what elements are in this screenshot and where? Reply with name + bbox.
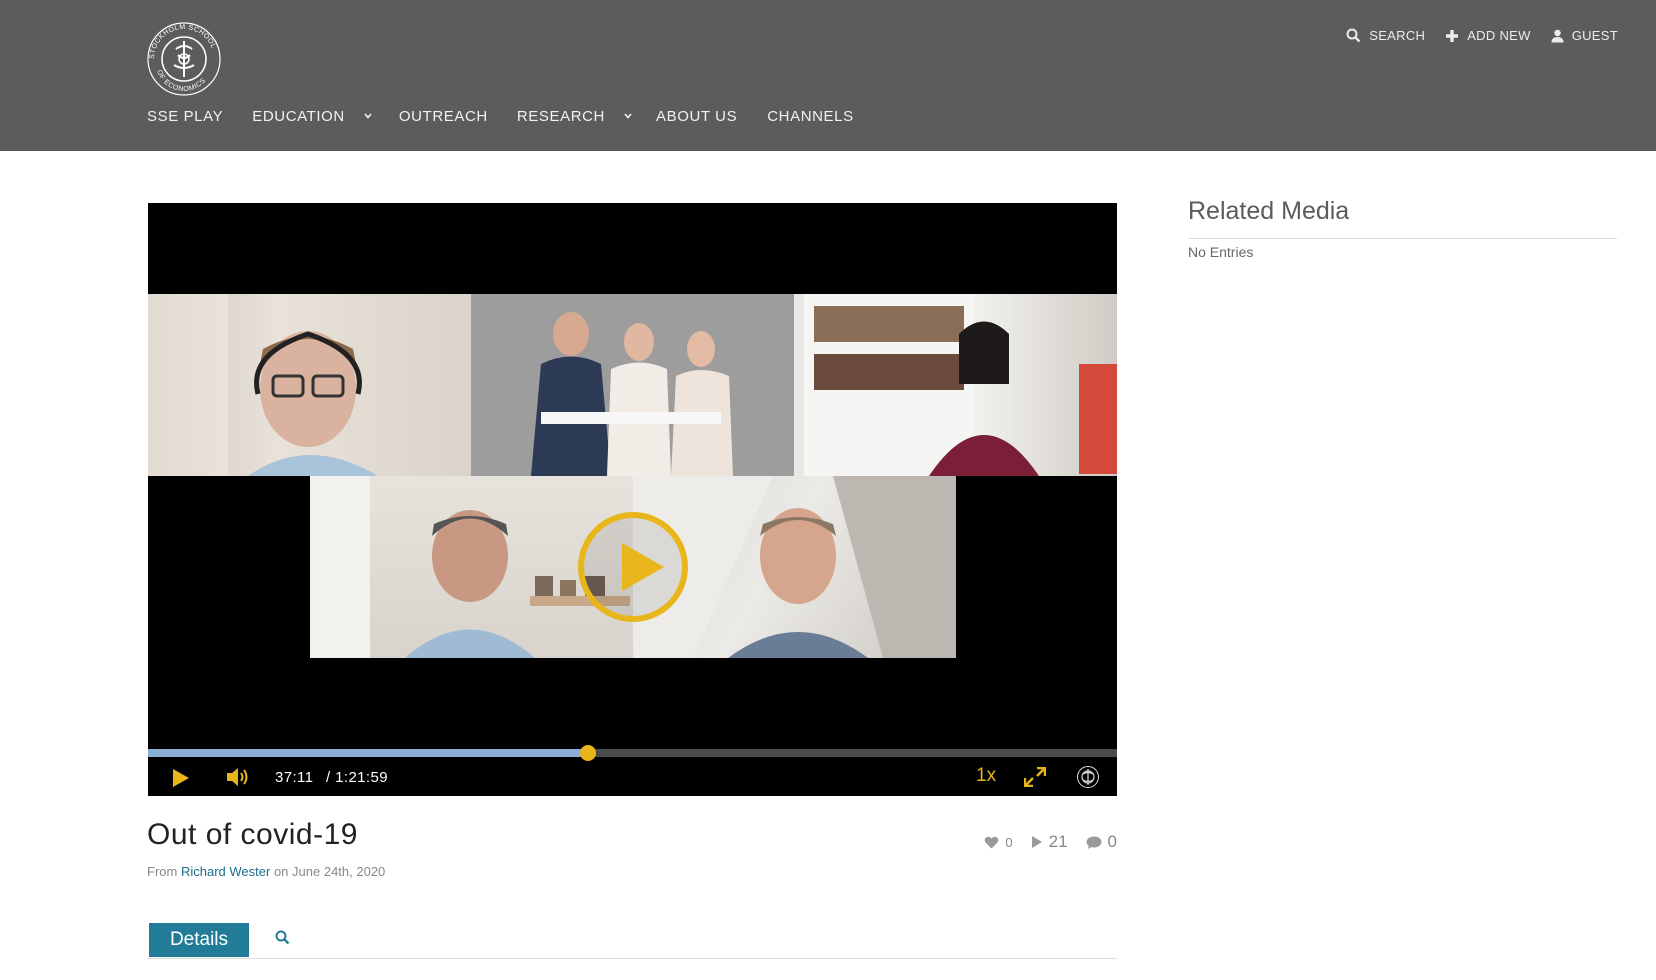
search-icon[interactable] bbox=[275, 930, 290, 945]
nav-item-education[interactable]: EDUCATION bbox=[252, 108, 373, 125]
nav-item-sse-play[interactable]: SSE PLAY bbox=[147, 108, 223, 125]
sse-watermark-icon[interactable] bbox=[1076, 765, 1100, 789]
nav-label: RESEARCH bbox=[516, 107, 605, 125]
author-link[interactable]: Richard Wester bbox=[181, 864, 270, 879]
user-toolbar: SEARCH ADD NEW GUEST bbox=[1326, 28, 1618, 43]
search-label: SEARCH bbox=[1369, 28, 1426, 43]
playback-speed-button[interactable]: 1x bbox=[976, 765, 996, 787]
plays-count: 21 bbox=[1048, 832, 1068, 851]
related-media-heading: Related Media bbox=[1188, 197, 1350, 225]
participant-image bbox=[804, 294, 1117, 476]
chevron-down-icon[interactable] bbox=[623, 111, 633, 121]
play-count-icon bbox=[1031, 836, 1042, 848]
like-button[interactable]: 0 bbox=[984, 834, 1013, 850]
plays-stat: 21 bbox=[1031, 832, 1068, 852]
media-byline: From Richard Wester on June 24th, 2020 bbox=[147, 864, 385, 879]
big-play-button[interactable] bbox=[578, 512, 688, 622]
media-tabs: Details bbox=[147, 922, 1117, 959]
nav-item-channels[interactable]: CHANNELS bbox=[767, 108, 854, 125]
on-label: on bbox=[273, 864, 289, 879]
video-frame[interactable] bbox=[148, 294, 1117, 658]
progress-bar[interactable] bbox=[148, 745, 1117, 761]
search-button[interactable]: SEARCH bbox=[1346, 28, 1425, 43]
video-tile bbox=[148, 294, 471, 476]
divider bbox=[1188, 238, 1617, 239]
fullscreen-icon[interactable] bbox=[1024, 767, 1046, 787]
volume-icon[interactable] bbox=[226, 766, 250, 788]
add-new-label: ADD NEW bbox=[1467, 28, 1531, 43]
nav-label: ABOUT US bbox=[656, 107, 738, 125]
nav-label: OUTREACH bbox=[398, 107, 488, 125]
likes-count: 0 bbox=[1005, 834, 1013, 850]
chevron-down-icon[interactable] bbox=[363, 111, 373, 121]
nav-label: CHANNELS bbox=[767, 107, 854, 125]
comments-count: 0 bbox=[1107, 832, 1117, 851]
nav-item-research[interactable]: RESEARCH bbox=[517, 108, 633, 125]
current-time: 37:11 bbox=[275, 769, 314, 786]
play-icon[interactable] bbox=[172, 768, 190, 788]
nav-item-about-us[interactable]: ABOUT US bbox=[656, 108, 737, 125]
heart-icon bbox=[984, 836, 999, 848]
media-stats: 0 21 0 bbox=[966, 832, 1117, 852]
sse-seal-icon[interactable]: STOCKHOLM SCHOOL OF ECONOMICS bbox=[146, 21, 222, 97]
nav-label: SSE PLAY bbox=[147, 107, 224, 125]
user-icon bbox=[1551, 29, 1564, 42]
publish-date: June 24th, 2020 bbox=[292, 864, 386, 879]
participant-image bbox=[148, 294, 378, 476]
nav-item-outreach[interactable]: OUTREACH bbox=[399, 108, 488, 125]
video-player[interactable]: 37:11 / 1:21:59 1x bbox=[148, 203, 1117, 796]
video-tile bbox=[794, 294, 1117, 476]
video-tile bbox=[471, 294, 794, 476]
media-title: Out of covid-19 bbox=[147, 818, 358, 851]
participant-image bbox=[531, 312, 733, 476]
guest-menu[interactable]: GUEST bbox=[1551, 28, 1618, 43]
site-header: STOCKHOLM SCHOOL OF ECONOMICS SSE PLAY E… bbox=[0, 0, 1656, 151]
add-new-button[interactable]: ADD NEW bbox=[1445, 28, 1531, 43]
main-nav: SSE PLAY EDUCATION OUTREACH RESEARCH ABO… bbox=[147, 104, 854, 128]
comment-icon bbox=[1086, 836, 1102, 849]
guest-label: GUEST bbox=[1571, 28, 1618, 43]
plus-icon bbox=[1446, 29, 1459, 42]
from-label: From bbox=[147, 864, 178, 879]
progress-played bbox=[148, 749, 588, 757]
player-controls: 37:11 / 1:21:59 1x bbox=[148, 757, 1117, 796]
related-empty-text: No Entries bbox=[1188, 244, 1254, 260]
nav-label: EDUCATION bbox=[252, 107, 345, 125]
tab-details[interactable]: Details bbox=[149, 923, 249, 957]
search-icon bbox=[1346, 28, 1361, 43]
total-duration: / 1:21:59 bbox=[326, 769, 388, 786]
comments-stat[interactable]: 0 bbox=[1086, 832, 1117, 852]
